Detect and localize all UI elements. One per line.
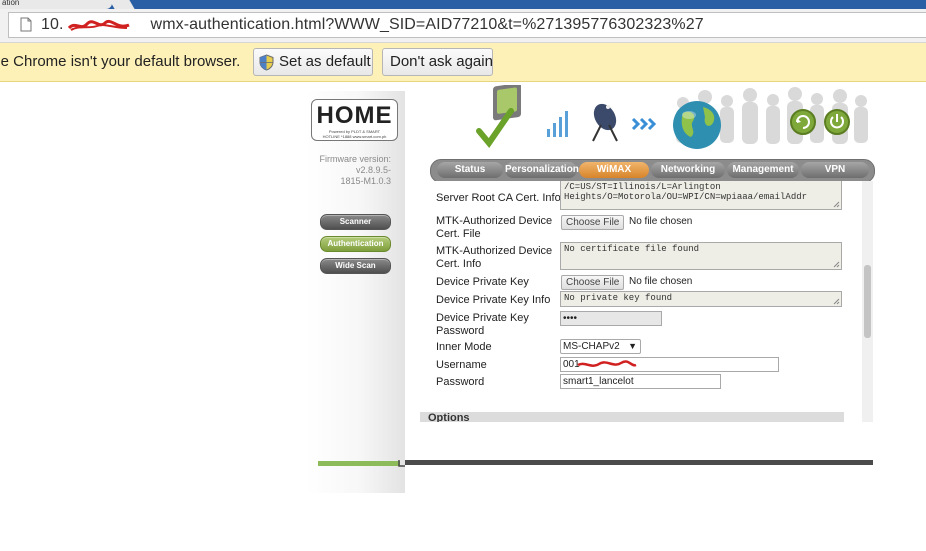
inner-mode-value: MS-CHAPv2 bbox=[563, 341, 620, 352]
arrow-icon bbox=[631, 117, 657, 131]
device-private-key-password-field[interactable]: •••• bbox=[560, 311, 662, 326]
dont-ask-again-button[interactable]: Don't ask again bbox=[382, 48, 493, 76]
server-root-ca-value: /C=US/ST=Illinois/L=Arlington Heights/O=… bbox=[564, 182, 808, 202]
default-browser-infobar: ile Chrome isn't your default browser. S… bbox=[0, 43, 926, 82]
browser-tab-title: ation bbox=[2, 0, 20, 7]
resize-handle[interactable] bbox=[833, 298, 840, 305]
browser-tab-edge bbox=[109, 0, 135, 9]
options-label: Options bbox=[428, 412, 470, 422]
firmware-value: v2.8.9.5-1815-M1.0.3 bbox=[340, 165, 391, 186]
progress-bar bbox=[318, 461, 400, 466]
tab-status[interactable]: Status bbox=[437, 162, 503, 178]
authentication-button[interactable]: Authentication bbox=[320, 236, 391, 252]
set-as-default-button[interactable]: Set as default bbox=[253, 48, 373, 76]
mtk-cert-no-file-text: No file chosen bbox=[629, 216, 693, 227]
password-field[interactable]: smart1_lancelot bbox=[560, 374, 721, 389]
mtk-cert-info-textarea[interactable]: No certificate file found bbox=[560, 242, 842, 270]
wide-scan-button[interactable]: Wide Scan bbox=[320, 258, 391, 274]
server-root-ca-label: Server Root CA Cert. Info bbox=[436, 192, 561, 204]
signal-icon bbox=[547, 111, 568, 137]
address-bar: 10. wmx-authentication.html?WWW_SID=AID77… bbox=[0, 9, 926, 43]
server-root-ca-textarea[interactable]: /C=US/ST=Illinois/L=Arlington Heights/O=… bbox=[560, 181, 842, 210]
dont-ask-again-label: Don't ask again bbox=[390, 53, 493, 70]
logo-text: HOME bbox=[316, 102, 393, 129]
url-path: wmx-authentication.html?WWW_SID=AID77210… bbox=[150, 16, 704, 33]
mtk-cert-file-label: MTK-Authorized Device Cert. File bbox=[436, 215, 553, 240]
page-icon bbox=[20, 17, 32, 32]
device-private-key-label: Device Private Key bbox=[436, 276, 529, 288]
tab-personalization[interactable]: Personalization bbox=[505, 162, 579, 178]
main-nav-tabs: Status Personalization WiMAX Networking … bbox=[430, 159, 875, 183]
mtk-cert-info-label: MTK-Authorized Device Cert. Info bbox=[436, 245, 553, 270]
globe-icon bbox=[673, 101, 721, 149]
resize-handle[interactable] bbox=[833, 261, 840, 268]
password-label: Password bbox=[436, 376, 485, 388]
header-graphics bbox=[476, 85, 868, 149]
antenna-icon bbox=[592, 103, 618, 142]
redaction-scribble bbox=[67, 19, 130, 31]
power-icon[interactable] bbox=[824, 109, 850, 135]
resize-handle[interactable] bbox=[833, 201, 840, 208]
username-field[interactable]: 001 bbox=[560, 357, 779, 372]
redaction-scribble bbox=[577, 360, 637, 367]
mtk-cert-info-value: No certificate file found bbox=[564, 244, 700, 254]
browser-tab[interactable]: ation bbox=[0, 0, 112, 9]
authentication-form: Server Root CA Cert. Info /C=US/ST=Illin… bbox=[405, 181, 873, 422]
refresh-icon[interactable] bbox=[790, 109, 816, 135]
router-sidebar: HOME Powered by PLDT & SMART HOTLINE *18… bbox=[306, 91, 405, 493]
window-top-strip: ation bbox=[0, 0, 926, 9]
firmware-version: Firmware version: v2.8.9.5-1815-M1.0.3 bbox=[312, 154, 391, 187]
scrollbar-thumb[interactable] bbox=[864, 265, 871, 338]
tab-vpn[interactable]: VPN bbox=[801, 162, 869, 178]
chevron-down-icon: ▼ bbox=[628, 341, 637, 351]
wimax-router-icon bbox=[476, 85, 521, 148]
username-label: Username bbox=[436, 359, 487, 371]
home-logo: HOME Powered by PLDT & SMART HOTLINE *18… bbox=[311, 99, 398, 141]
device-private-key-choose-file-button[interactable]: Choose File bbox=[561, 275, 625, 290]
tab-management[interactable]: Management bbox=[727, 162, 799, 178]
device-private-key-info-textarea[interactable]: No private key found bbox=[560, 291, 842, 307]
url-text: 10. wmx-authentication.html?WWW_SID=AID77… bbox=[41, 16, 704, 34]
inner-mode-label: Inner Mode bbox=[436, 341, 492, 353]
shield-icon bbox=[259, 54, 274, 71]
firmware-label: Firmware version: bbox=[319, 154, 391, 164]
footer-bar bbox=[405, 460, 873, 465]
url-field[interactable]: 10. wmx-authentication.html?WWW_SID=AID77… bbox=[8, 12, 926, 38]
url-prefix: 10. bbox=[41, 16, 64, 33]
logo-hotline: HOTLINE *1888 www.smart.com.ph bbox=[322, 134, 387, 139]
scanner-button[interactable]: Scanner bbox=[320, 214, 391, 230]
options-section-header[interactable]: Options bbox=[420, 412, 844, 422]
set-as-default-label: Set as default bbox=[279, 53, 371, 70]
infobar-message: ile Chrome isn't your default browser. bbox=[0, 53, 241, 70]
inner-mode-select[interactable]: MS-CHAPv2 ▼ bbox=[560, 339, 641, 354]
device-private-key-info-label: Device Private Key Info bbox=[436, 294, 551, 306]
tab-wimax[interactable]: WiMAX bbox=[579, 162, 649, 178]
mtk-cert-choose-file-button[interactable]: Choose File bbox=[561, 215, 625, 230]
tab-networking[interactable]: Networking bbox=[651, 162, 725, 178]
device-private-key-no-file-text: No file chosen bbox=[629, 276, 693, 287]
device-private-key-password-label: Device Private Key Password bbox=[436, 312, 529, 337]
device-private-key-info-value: No private key found bbox=[564, 293, 673, 303]
